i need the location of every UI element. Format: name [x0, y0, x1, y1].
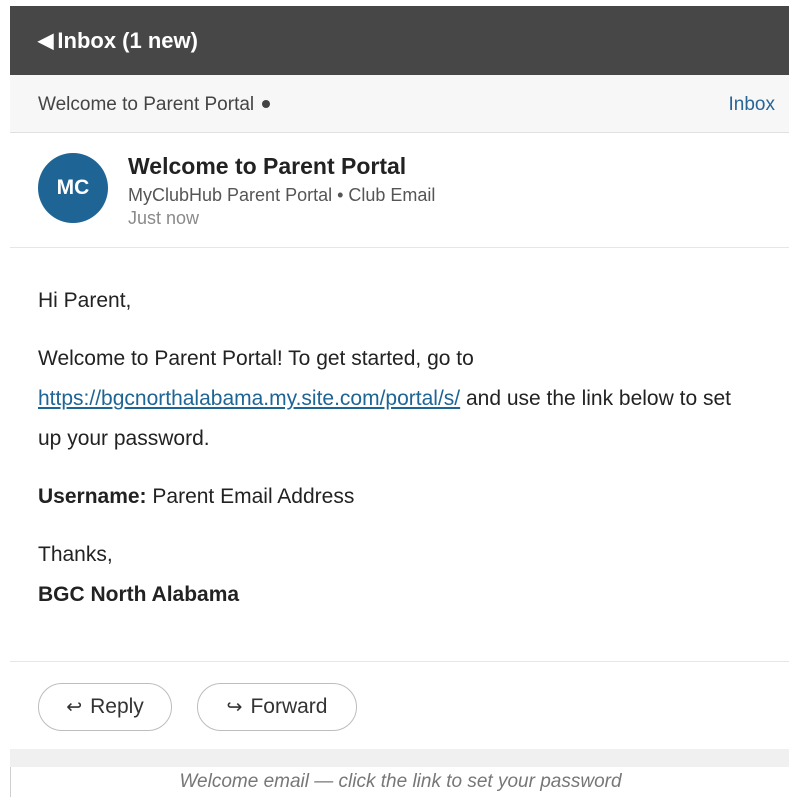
caption-text: Welcome email — click the link to set yo…	[179, 771, 622, 792]
top-bar: ◀ Inbox (1 new)	[10, 6, 789, 75]
folder-link-inbox[interactable]: Inbox	[729, 94, 775, 116]
message-title: Welcome to Parent Portal	[128, 153, 407, 179]
avatar: MC	[38, 153, 108, 223]
subject-text: Welcome to Parent Portal	[38, 94, 255, 115]
reply-button[interactable]: ↩ Reply	[38, 683, 172, 731]
reply-label: Reply	[90, 695, 144, 718]
timestamp: Just now	[128, 208, 200, 228]
message-header: MC Welcome to Parent Portal MyClubHub Pa…	[10, 133, 789, 248]
reply-icon: ↩	[66, 696, 83, 718]
subject-line: Welcome to Parent Portal	[38, 94, 271, 116]
email-view: ◀ Inbox (1 new) Welcome to Parent Portal…	[10, 6, 789, 797]
greeting: Hi Parent,	[38, 289, 132, 312]
message-actions: ↩ Reply ↪ Forward	[10, 661, 789, 749]
subject-bar: Welcome to Parent Portal Inbox	[10, 75, 789, 133]
forward-label: Forward	[250, 695, 328, 718]
sender-line: MyClubHub Parent Portal • Club Email	[128, 185, 436, 205]
username-value: Parent Email Address	[146, 485, 355, 508]
username-label: Username:	[38, 485, 147, 508]
back-to-inbox-button[interactable]: ◀ Inbox (1 new)	[38, 28, 198, 54]
welcome-text: Welcome to Parent Portal! To get started…	[38, 347, 474, 370]
signature-text: BGC North Alabama	[38, 583, 240, 606]
back-label: Inbox (1 new)	[57, 27, 198, 53]
welcome-paragraph: Welcome to Parent Portal! To get started…	[38, 339, 758, 459]
forward-icon: ↪	[226, 696, 243, 718]
thanks-line: Thanks,	[38, 543, 113, 566]
portal-link[interactable]: https://bgcnorthalabama.my.site.com/port…	[38, 387, 460, 410]
unread-dot-icon	[262, 99, 271, 108]
username-line: Username: Parent Email Address	[38, 477, 758, 517]
message-body: Hi Parent, Welcome to Parent Portal! To …	[38, 281, 758, 615]
forward-button[interactable]: ↪ Forward	[197, 683, 357, 731]
signature: BGC North Alabama	[38, 575, 758, 615]
caption-panel: Welcome email — click the link to set yo…	[10, 767, 789, 797]
caption-bar: Welcome email — click the link to set yo…	[10, 749, 789, 797]
back-arrow-icon: ◀	[38, 29, 54, 52]
